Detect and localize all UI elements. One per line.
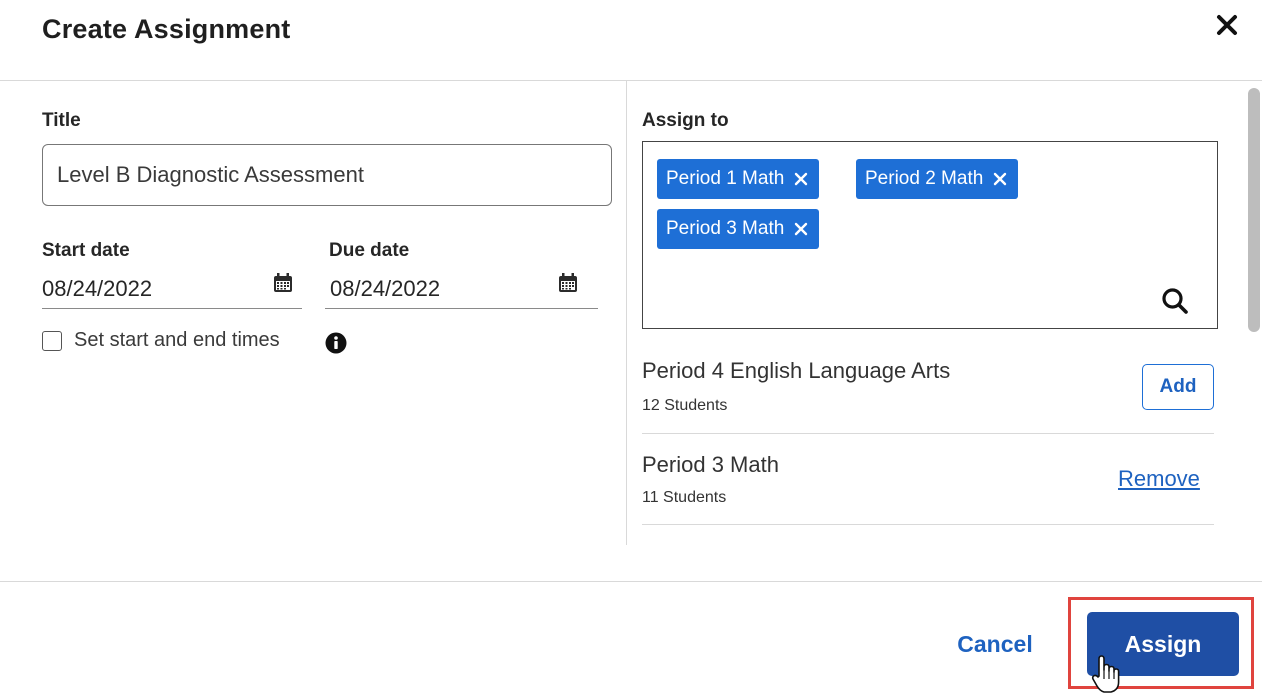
remove-class-link[interactable]: Remove [1118, 466, 1200, 492]
due-date-value: 08/24/2022 [330, 276, 441, 301]
calendar-icon[interactable] [272, 272, 294, 294]
class-name: Period 3 Math [642, 452, 779, 477]
due-date-field[interactable]: 08/24/2022 [325, 272, 598, 309]
chip-label: Period 3 Math [666, 218, 785, 239]
hand-pointer-cursor-icon [1091, 655, 1120, 693]
due-date-label: Due date [329, 240, 410, 261]
assign-to-label: Assign to [642, 110, 729, 131]
row-divider [642, 524, 1214, 525]
calendar-icon[interactable] [557, 272, 579, 294]
set-times-checkbox[interactable] [42, 331, 62, 351]
info-icon[interactable] [325, 332, 347, 354]
set-times-label: Set start and end times [74, 329, 280, 351]
start-date-field[interactable]: 08/24/2022 [42, 272, 302, 309]
chip-period-2-math: Period 2 Math [856, 159, 1019, 199]
cancel-button[interactable]: Cancel [934, 612, 1056, 676]
chip-period-3-math: Period 3 Math [657, 209, 820, 249]
chip-remove-icon[interactable] [793, 221, 809, 237]
close-icon[interactable] [1210, 8, 1244, 42]
row-divider [642, 433, 1214, 434]
title-label: Title [42, 110, 81, 131]
title-input[interactable] [42, 144, 612, 206]
search-icon[interactable] [1160, 286, 1190, 316]
footer-divider [0, 581, 1262, 582]
column-divider [626, 81, 627, 545]
class-student-count: 11 Students [642, 489, 727, 506]
add-class-button[interactable]: Add [1142, 364, 1214, 410]
header-divider [0, 80, 1262, 81]
chip-label: Period 1 Math [666, 168, 785, 189]
class-student-count: 12 Students [642, 397, 728, 414]
start-date-label: Start date [42, 240, 130, 261]
chip-period-1-math: Period 1 Math [657, 159, 820, 199]
scrollbar-thumb[interactable] [1248, 88, 1260, 332]
create-assignment-dialog: Create Assignment Title Start date 08/24… [0, 0, 1262, 696]
chip-remove-icon[interactable] [992, 171, 1008, 187]
chip-label: Period 2 Math [865, 168, 984, 189]
start-date-value: 08/24/2022 [42, 276, 153, 301]
class-name: Period 4 English Language Arts [642, 358, 951, 383]
dialog-title: Create Assignment [42, 14, 291, 44]
chip-remove-icon[interactable] [793, 171, 809, 187]
